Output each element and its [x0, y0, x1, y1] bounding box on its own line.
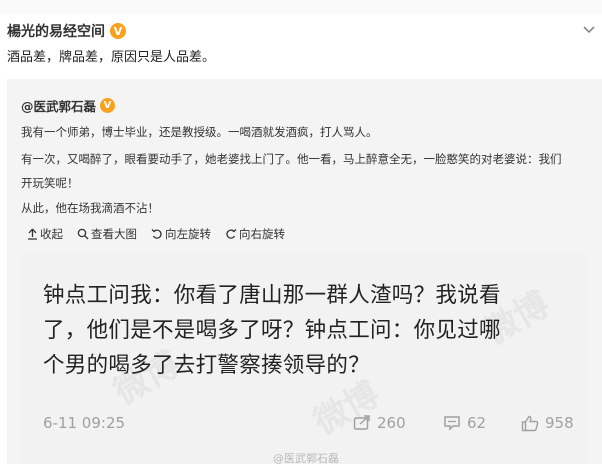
- rotate-right-button[interactable]: 向右旋转: [225, 226, 285, 242]
- repost-text-line: 开玩笑呢！: [21, 176, 79, 190]
- chevron-down-icon[interactable]: [582, 24, 596, 36]
- verified-badge-icon: V: [110, 23, 126, 39]
- rotate-left-button[interactable]: 向左旋转: [151, 226, 211, 242]
- repost-count: 260: [377, 414, 406, 432]
- image-text-line: 了，他们是不是喝多了呀？钟点工问：你见过哪: [43, 318, 501, 343]
- image-comment-stat: 62: [443, 414, 486, 432]
- post-image[interactable]: 微博 微博 微博 钟点工问我：你看了唐山那一群人渣吗？我说看 了，他们是不是喝多…: [21, 251, 589, 464]
- repost-text-line: 从此，他在场我滴酒不沾！: [21, 201, 159, 215]
- image-toolbar: 收起 查看大图 向左旋转 向右旋转: [27, 226, 299, 242]
- search-icon: [77, 228, 89, 240]
- image-repost-stat: 260: [353, 414, 406, 432]
- post-author-row: 楊光的易经空间 V: [7, 20, 126, 42]
- repost-text-line: 我有一个师弟，博士毕业，还是教授级。一喝酒就发酒疯，打人骂人。: [21, 125, 378, 139]
- thumbs-up-icon: [521, 415, 539, 431]
- view-large-label: 查看大图: [91, 227, 137, 241]
- watermark-user: @医武郭石磊: [273, 452, 339, 464]
- comment-count: 62: [467, 414, 487, 432]
- collapse-arrow-icon: [28, 228, 37, 240]
- rotate-right-label: 向右旋转: [239, 227, 285, 241]
- top-strip: [0, 0, 602, 14]
- rotate-left-icon: [151, 229, 162, 239]
- post-text: 酒品差，牌品差，原因只是人品差。: [7, 50, 216, 65]
- collapse-button[interactable]: 收起: [27, 226, 63, 242]
- collapse-label: 收起: [40, 227, 63, 241]
- post-author-name[interactable]: 楊光的易经空间: [7, 21, 105, 41]
- rotate-left-label: 向左旋转: [165, 227, 211, 241]
- repost-card: @医武郭石磊 V 我有一个师弟，博士毕业，还是教授级。一喝酒就发酒疯，打人骂人。…: [7, 79, 602, 464]
- image-text-line: 钟点工问我：你看了唐山那一群人渣吗？我说看: [43, 283, 501, 308]
- repost-author-row: @医武郭石磊 V: [21, 96, 116, 115]
- image-timestamp: 6-11 09:25: [43, 414, 126, 432]
- view-large-button[interactable]: 查看大图: [77, 226, 137, 242]
- comment-icon: [444, 416, 460, 431]
- repost-text-line: 有一次，又喝醉了，眼看要动手了，她老婆找上门了。他一看，马上醉意全无，一脸憨笑的…: [21, 152, 562, 166]
- repost-icon: [353, 415, 370, 430]
- like-count: 958: [545, 414, 574, 432]
- repost-author-name[interactable]: @医武郭石磊: [21, 96, 96, 115]
- rotate-right-icon: [226, 229, 237, 239]
- image-like-stat: 958: [521, 414, 574, 432]
- image-text-line: 个男的喝多了去打警察揍领导的？: [43, 353, 371, 378]
- verified-badge-icon: V: [100, 97, 116, 113]
